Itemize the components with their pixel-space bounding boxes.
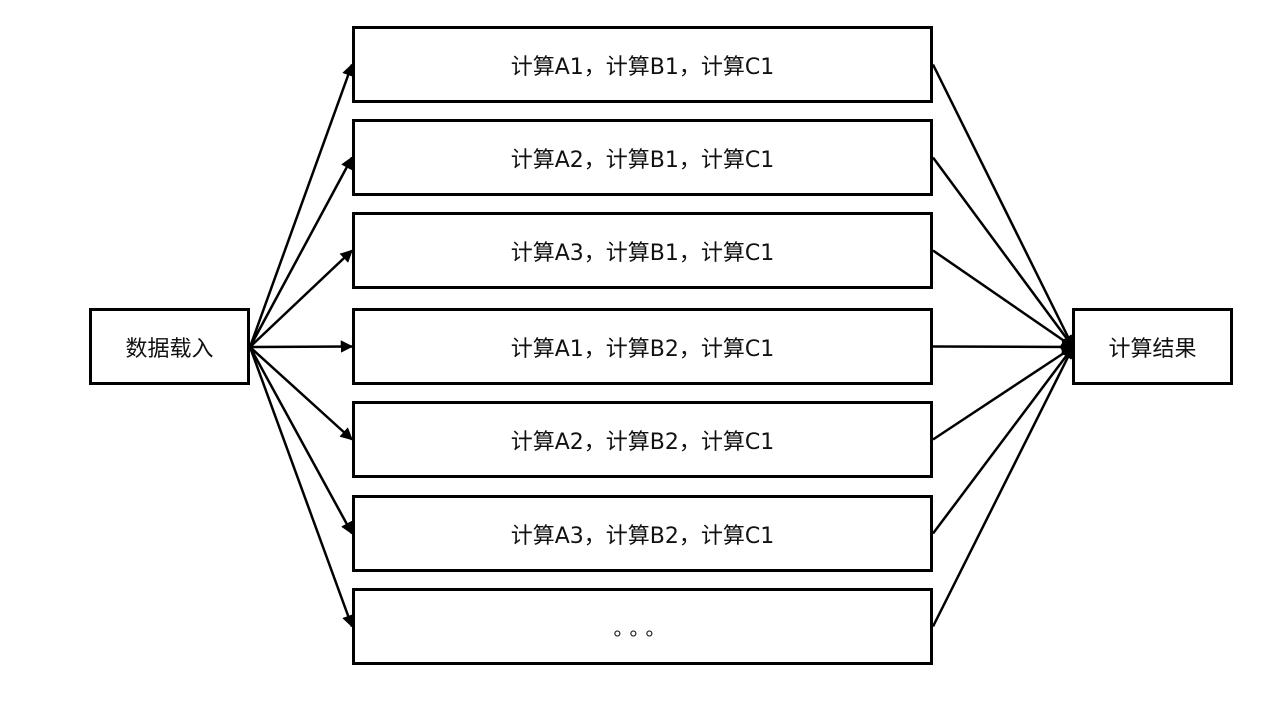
combination-node: 计算A1，计算B1，计算C1	[352, 26, 933, 103]
result-label: 计算结果	[1108, 336, 1197, 362]
combination-node: 计算A2，计算B1，计算C1	[352, 119, 933, 196]
edge-combination-to-result	[932, 346, 1074, 535]
edge-combination-to-result	[931, 63, 1075, 349]
combination-label: 计算A1，计算B2，计算C1	[510, 336, 775, 362]
ellipsis-label: 。。。	[613, 616, 672, 640]
combination-label: 计算A1，计算B1，计算C1	[510, 54, 775, 80]
data-load-label: 数据载入	[125, 336, 214, 362]
edge-input-to-combination	[248, 63, 355, 348]
edge-input-to-combination	[248, 346, 355, 628]
output-edges	[931, 63, 1075, 628]
edge-combination-to-result	[931, 156, 1075, 349]
edge-input-to-combination	[249, 346, 353, 441]
data-load-node: 数据载入	[89, 308, 250, 385]
result-node: 计算结果	[1072, 308, 1233, 385]
combination-node: 计算A2，计算B2，计算C1	[352, 401, 933, 478]
edge-combination-to-result	[931, 345, 1075, 628]
edge-combination-to-result	[932, 340, 1075, 354]
edge-input-to-combination	[249, 249, 353, 348]
edge-combination-to-result	[932, 249, 1075, 349]
edge-input-to-combination	[249, 340, 354, 353]
edge-input-to-combination	[248, 346, 354, 535]
combination-label: 计算A3，计算B1，计算C1	[510, 240, 775, 266]
combination-node: 计算A1，计算B2，计算C1	[352, 308, 933, 385]
combination-node: 计算A3，计算B2，计算C1	[352, 495, 933, 572]
edge-input-to-combination	[248, 156, 354, 348]
combination-label: 计算A2，计算B2，计算C1	[510, 429, 775, 455]
ellipsis-node: 。。。	[352, 588, 933, 665]
edge-combination-to-result	[932, 345, 1075, 441]
combination-node: 计算A3，计算B1，计算C1	[352, 212, 933, 289]
input-edges	[248, 63, 355, 628]
combination-label: 计算A2，计算B1，计算C1	[510, 147, 775, 173]
combination-label: 计算A3，计算B2，计算C1	[510, 523, 775, 549]
